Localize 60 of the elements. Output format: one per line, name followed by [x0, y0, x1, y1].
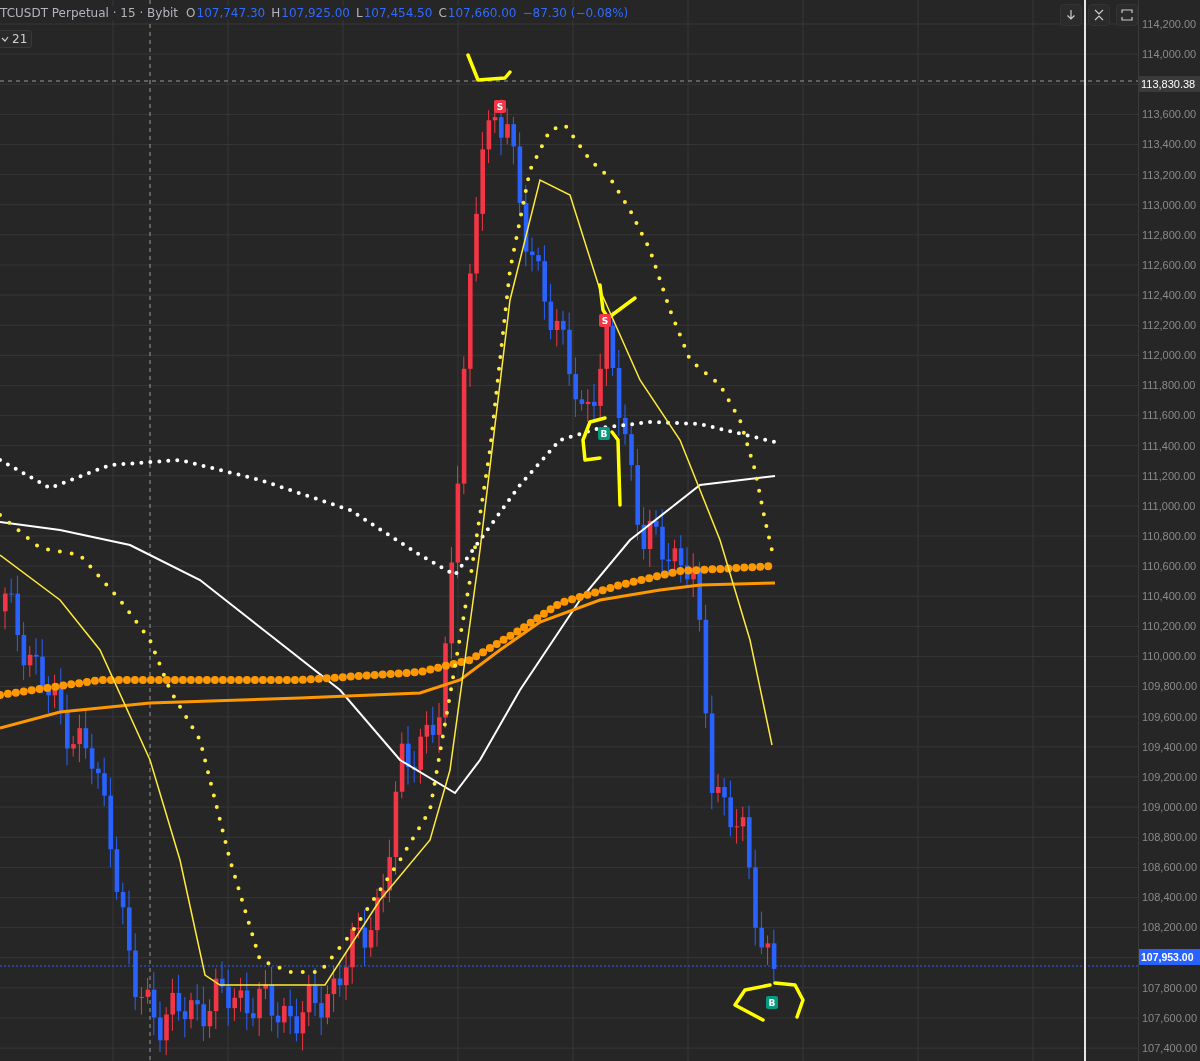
price-label: 110,400.00	[1141, 590, 1197, 603]
price-label: 109,400.00	[1141, 740, 1198, 753]
price-label: 113,200.00	[1141, 168, 1197, 181]
signal-marker: S	[599, 314, 611, 327]
arrow-down-icon	[1065, 9, 1077, 21]
price-label: 111,000.00	[1141, 499, 1196, 512]
price-label: 108,800.00	[1141, 831, 1198, 843]
price-label: 112,800.00	[1141, 228, 1197, 241]
price-label: 107,800.00	[1141, 981, 1198, 994]
price-label: 108,400.00	[1141, 891, 1198, 904]
symbol-title: TCUSDT Perpetual · 15 · Bybit	[0, 6, 179, 20]
ohlc-key: C	[438, 6, 447, 20]
indicators-toggle[interactable]: 21	[0, 30, 33, 48]
price-label: 108,600.00	[1141, 861, 1198, 874]
price-label: 114,000.00	[1141, 48, 1197, 61]
price-label: 107,400.00	[1141, 1041, 1198, 1054]
price-label: 110,800.00	[1141, 529, 1197, 542]
price-label: 114,200.00	[1141, 18, 1197, 31]
price-label: 110,000.00	[1141, 650, 1197, 663]
price-label: 111,400.00	[1141, 439, 1196, 452]
price-label: 109,800.00	[1141, 680, 1198, 693]
fullscreen-icon	[1121, 9, 1133, 21]
price-label: 109,200.00	[1141, 770, 1198, 783]
crosshair-price-label: 113,830.38	[1139, 76, 1200, 93]
hand-drawn-stroke	[773, 981, 805, 1019]
price-label: 108,200.00	[1141, 921, 1198, 934]
price-label: 112,200.00	[1141, 319, 1197, 332]
price-label: 109,000.00	[1141, 800, 1198, 813]
ohlc-value: 107,660.00	[447, 6, 517, 20]
price-label: 107,600.00	[1141, 1011, 1198, 1024]
price-label: 112,000.00	[1141, 349, 1197, 362]
chevron-icon	[1, 35, 9, 43]
collapse-button[interactable]	[1088, 4, 1110, 26]
hand-drawn-stroke	[466, 53, 512, 82]
price-label: 113,000.00	[1141, 198, 1197, 211]
signal-marker: S	[494, 100, 506, 113]
price-change: −87.30 (−0.08%)	[522, 6, 629, 20]
ohlc-key: H	[271, 6, 281, 20]
fullscreen-button[interactable]	[1116, 4, 1138, 26]
ohlc-value: 107,925.00	[281, 6, 350, 20]
price-label: 111,800.00	[1141, 379, 1196, 392]
price-label: 113,600.00	[1141, 108, 1197, 121]
price-label: 112,600.00	[1141, 258, 1197, 271]
price-label: 110,600.00	[1141, 560, 1197, 572]
last-price-label: 107,953.00	[1139, 949, 1200, 966]
ohlc-key: O	[186, 6, 196, 20]
price-label: 112,400.00	[1141, 289, 1197, 302]
collapse-icon	[1093, 9, 1105, 21]
scroll-down-button[interactable]	[1060, 4, 1082, 26]
signal-marker: B	[766, 996, 778, 1009]
price-label: 113,400.00	[1141, 138, 1197, 151]
price-label: 111,600.00	[1141, 409, 1196, 422]
hand-drawn-stroke	[581, 416, 607, 462]
ohlc-key: L	[356, 6, 363, 20]
signal-marker: B	[598, 427, 610, 440]
price-label: 110,200.00	[1141, 620, 1197, 633]
ohlc-value: 107,747.30	[196, 6, 266, 20]
ohlc-value: 107,454.50	[363, 6, 433, 20]
price-label: 111,200.00	[1141, 469, 1196, 482]
price-label: 109,600.00	[1141, 710, 1198, 723]
